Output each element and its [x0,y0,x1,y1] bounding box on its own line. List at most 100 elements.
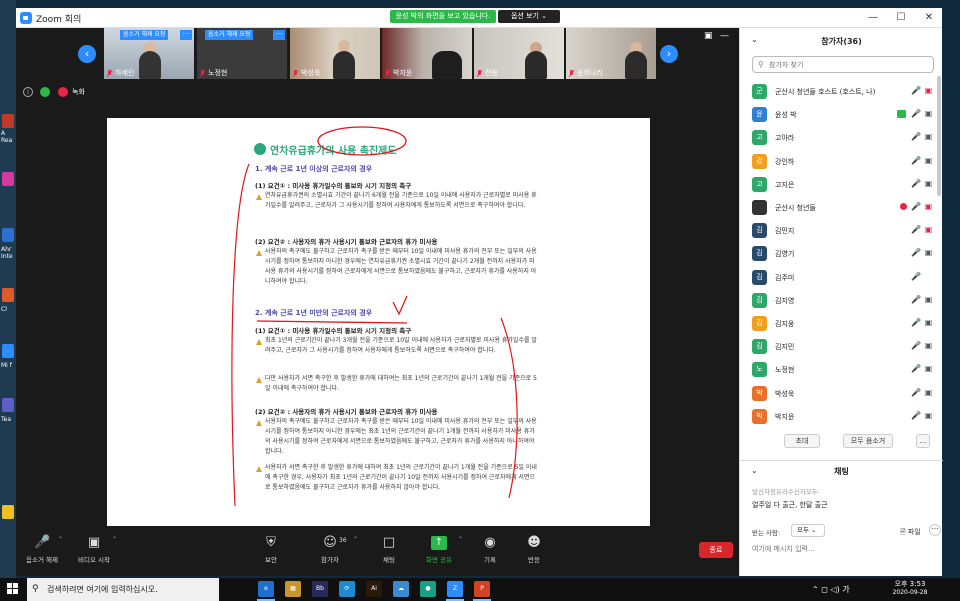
invite-button[interactable]: 초대 [784,434,820,448]
video-icon[interactable]: ▣ [923,156,934,166]
participant-row[interactable]: 군산시 청년들 🎤 ▣ [740,196,936,220]
participant-row[interactable]: 강 강인하 🎤 ▣ [740,150,936,174]
app-icon[interactable] [2,344,14,358]
video-icon[interactable]: ▣ [923,295,934,305]
muted-mic-icon[interactable]: 🎤 [911,364,921,374]
reactions-button[interactable]: ☻ 반응 [510,528,558,576]
muted-mic-icon[interactable]: 🎤 [911,411,921,421]
participant-row[interactable]: 고 고아라 🎤 ▣ [740,126,936,150]
security-button[interactable]: ⛨ 보안 [247,528,295,576]
video-icon[interactable]: ▣ [923,341,934,351]
clock[interactable]: 오후 3:53 2020-09-28 [882,579,938,596]
edge-icon[interactable]: e [258,581,274,597]
illustrator-icon[interactable]: Ai [366,581,382,597]
more-icon[interactable]: ··· [180,30,192,40]
end-meeting-button[interactable]: 종료 [699,542,733,558]
shield-icon[interactable] [40,87,50,97]
chevron-up-icon[interactable]: ⌃ [112,536,117,543]
zoom-icon[interactable]: Z [447,581,463,597]
video-icon[interactable]: ▣ [923,132,934,142]
video-icon[interactable]: ▣ [923,248,934,258]
video-icon[interactable]: ▣ [923,109,934,119]
muted-mic-icon[interactable]: 🎤 [911,156,921,166]
participants-button[interactable]: ☺ 36 참가자 [306,528,354,576]
video-tile[interactable]: 음소거 해제 요청 ··· 하예린 [104,28,194,79]
maximize-icon[interactable]: ☐ [890,10,912,26]
scrollbar[interactable] [937,76,941,196]
sync-icon[interactable]: ⟳ [339,581,355,597]
muted-mic-icon[interactable]: 🎤 [911,318,921,328]
chat-more-button[interactable]: ··· [929,524,941,536]
folder-icon[interactable] [2,505,14,519]
windows-start-icon[interactable] [7,583,19,595]
chevron-left-icon[interactable]: ‹ [78,45,96,63]
video-tile[interactable]: 송희나리 [566,28,656,79]
participant-row[interactable]: 고 고지은 🎤 ▣ [740,173,936,197]
chrome-icon[interactable] [2,288,14,302]
participant-row[interactable]: 김 김지영 🎤 ▣ [740,289,936,313]
powerpoint-icon[interactable]: P [474,581,490,597]
chat-button[interactable]: □ 채팅 [365,528,413,576]
app-icon[interactable] [2,172,14,186]
muted-mic-icon[interactable]: 🎤 [911,86,921,96]
video-icon[interactable]: ▣ [923,318,934,328]
muted-mic-icon[interactable]: 🎤 [911,295,921,305]
video-tile[interactable]: 음소거 해제 요청 ··· 노정현 [197,28,287,79]
blackboard-icon[interactable]: Bb [312,581,328,597]
start-video-button[interactable]: ▣ 비디오 시작 [70,528,118,576]
muted-mic-icon[interactable]: 🎤 [911,202,921,212]
layout-icon[interactable]: ▣ [704,31,716,41]
video-icon[interactable]: ▣ [923,411,934,421]
mic-icon[interactable]: 🎤 [911,132,921,142]
video-tile[interactable]: 박성욱 [290,28,380,79]
muted-mic-icon[interactable]: 🎤 [911,179,921,189]
chat-message-input[interactable] [752,542,934,556]
mute-all-button[interactable]: 모두 음소거 [843,434,893,448]
chevron-up-icon[interactable]: ⌃ [458,536,463,543]
participant-row[interactable]: 김 김지웅 🎤 ▣ [740,312,936,336]
chevron-up-icon[interactable]: ⌃ [353,536,358,543]
participant-row[interactable]: 윤 윤성 박 🎤 ▣ [740,103,936,127]
app-icon[interactable]: ● [420,581,436,597]
muted-mic-icon[interactable]: 🎤 [911,248,921,258]
chat-recipient-select[interactable]: 모두 ⌄ [791,524,825,537]
close-icon[interactable]: ✕ [918,10,940,26]
participant-search-input[interactable] [769,59,929,71]
participant-row[interactable]: 박 박성욱 🎤 ▣ [740,382,936,406]
acrobat-icon[interactable] [2,114,14,128]
video-tile[interactable]: 전용 [474,28,564,79]
muted-mic-icon[interactable]: 🎤 [911,388,921,398]
file-explorer-icon[interactable]: ▦ [285,581,301,597]
share-screen-button[interactable]: ↑ 화면 공유 [415,528,463,576]
chevron-up-icon[interactable]: ⌃ [58,536,63,543]
video-icon[interactable]: ▣ [923,179,934,189]
chat-file-button[interactable]: 🗎 파일 [900,527,921,539]
video-off-icon[interactable]: ▣ [923,225,934,235]
minimize-icon[interactable]: — [862,10,884,26]
app-icon[interactable] [2,228,14,242]
muted-mic-icon[interactable]: 🎤 [911,341,921,351]
minimize-strip-icon[interactable]: — [720,31,732,41]
participant-row[interactable]: 김 김민지 🎤 ▣ [740,219,936,243]
taskbar-search[interactable]: ⚲ 검색하려면 여기에 입력하십시오. [27,578,219,601]
participant-row[interactable]: 김 김지민 🎤 ▣ [740,335,936,359]
more-icon[interactable]: ··· [273,30,285,40]
weather-icon[interactable]: ☁ [393,581,409,597]
participant-row[interactable]: 김 김주미 🎤 [740,266,936,290]
participant-row[interactable]: 박 박지윤 🎤 ▣ [740,405,936,429]
chevron-right-icon[interactable]: › [660,45,678,63]
video-icon[interactable]: ▣ [923,364,934,374]
video-off-icon[interactable]: ▣ [923,86,934,96]
participant-row[interactable]: 군 군산시 청년들 호스트 (호스트, 나) 🎤 ▣ [740,80,936,104]
video-tile[interactable]: 박지윤 [382,28,472,79]
muted-mic-icon[interactable]: 🎤 [911,272,921,282]
more-options-button[interactable]: ... [916,434,930,448]
muted-mic-icon[interactable]: 🎤 [911,225,921,235]
view-options-button[interactable]: 옵션 보기 ⌄ [498,10,560,23]
video-off-icon[interactable]: ▣ [923,202,934,212]
participant-row[interactable]: 노 노정현 🎤 ▣ [740,358,936,382]
record-button[interactable]: ◉ 기록 [466,528,514,576]
system-tray[interactable]: ⌃ ◻ ◁) 가 [812,584,850,595]
mic-icon[interactable]: 🎤 [911,109,921,119]
video-icon[interactable]: ▣ [923,388,934,398]
